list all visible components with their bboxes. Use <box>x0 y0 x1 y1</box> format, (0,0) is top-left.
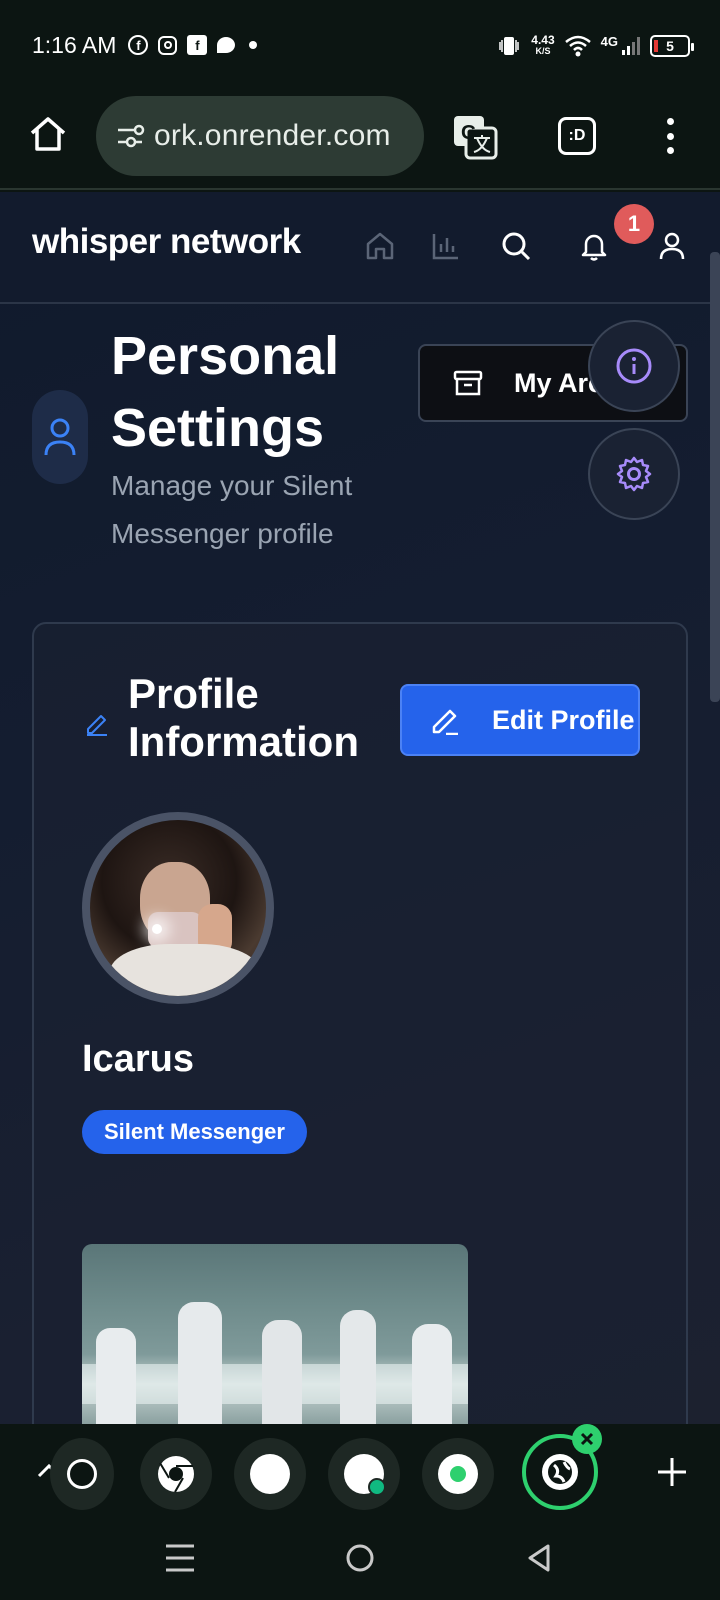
home-icon[interactable] <box>28 114 68 154</box>
recent-apps-icon[interactable] <box>160 1538 200 1578</box>
card-title: Profile Information <box>128 670 359 765</box>
home-circle-icon[interactable] <box>340 1538 380 1578</box>
tab-thumbnail-4[interactable] <box>328 1438 400 1510</box>
url-text: ork.onrender.com <box>154 119 391 152</box>
profile-information-card: Profile Information Edit Profile Icarus … <box>32 622 688 1424</box>
tab-thumbnail-5[interactable] <box>422 1438 494 1510</box>
chrome-icon <box>158 1456 194 1493</box>
tab-switcher-button[interactable]: :D <box>558 117 596 155</box>
gear-icon <box>616 456 652 492</box>
notification-badge: 1 <box>614 204 654 244</box>
brand-logo[interactable]: whisper network <box>32 222 301 262</box>
notification-bell-icon[interactable] <box>578 230 610 262</box>
user-profile-icon[interactable] <box>656 230 688 262</box>
page-title: Personal Settings <box>111 326 340 458</box>
battery-icon: 5 <box>650 35 694 57</box>
tab-thumbnail-2[interactable] <box>140 1438 212 1510</box>
user-icon <box>44 418 76 456</box>
tab-thumbnail-3[interactable] <box>234 1438 306 1510</box>
search-icon[interactable] <box>500 230 532 262</box>
edit-profile-label: Edit Profile <box>492 704 635 735</box>
page-scrollbar[interactable] <box>710 252 720 702</box>
tab-group-strip <box>0 1424 720 1524</box>
page-subtitle: Manage your Silent Messenger profile <box>111 470 353 549</box>
settings-user-badge <box>32 390 88 484</box>
tab-thumbnail-1[interactable] <box>50 1438 114 1510</box>
new-tab-plus-icon[interactable] <box>654 1454 690 1490</box>
facebook-messenger-icon: f <box>128 35 149 55</box>
status-time: 1:16 AM <box>32 31 117 58</box>
home-nav-icon[interactable] <box>364 230 396 262</box>
close-tab-icon[interactable] <box>572 1424 602 1454</box>
edit-pencil-icon <box>432 709 458 735</box>
wifi-icon <box>564 35 591 57</box>
svg-text:G: G <box>461 122 477 144</box>
signal-icon <box>622 37 640 55</box>
network-type: 4G <box>600 33 618 49</box>
site-settings-icon[interactable] <box>114 120 146 152</box>
stats-nav-icon[interactable] <box>430 230 462 262</box>
instagram-icon <box>158 35 178 55</box>
info-icon <box>616 348 652 384</box>
archive-icon <box>453 370 483 396</box>
settings-fab[interactable] <box>588 428 680 520</box>
info-fab[interactable] <box>588 320 680 412</box>
system-navigation-bar <box>0 1524 720 1600</box>
profile-avatar[interactable] <box>82 812 274 1004</box>
browser-toolbar: ork.onrender.com G :D <box>0 90 720 190</box>
address-bar[interactable]: ork.onrender.com <box>96 96 424 176</box>
more-notifications-dot-icon <box>249 41 258 49</box>
edit-profile-button[interactable]: Edit Profile <box>400 684 640 756</box>
network-speed: 4.43 K/S <box>531 33 555 56</box>
facebook-icon: f <box>187 35 208 55</box>
app-header: whisper network 1 <box>0 192 720 304</box>
threads-chat-icon <box>217 37 236 53</box>
globe-icon <box>542 1454 578 1490</box>
role-badge: Silent Messenger <box>82 1110 307 1154</box>
profile-username: Icarus <box>82 1038 194 1080</box>
status-bar: 1:16 AM f f 4.43 K/S 4G 5 <box>0 0 720 90</box>
back-triangle-icon[interactable] <box>520 1538 560 1578</box>
translate-icon[interactable]: G <box>452 114 498 160</box>
pencil-icon <box>87 715 107 736</box>
profile-cover-image[interactable] <box>82 1244 468 1424</box>
browser-menu-icon[interactable] <box>660 116 680 156</box>
vibrate-icon <box>499 37 520 55</box>
web-app: whisper network 1 Personal Settings Mana… <box>0 192 720 1424</box>
